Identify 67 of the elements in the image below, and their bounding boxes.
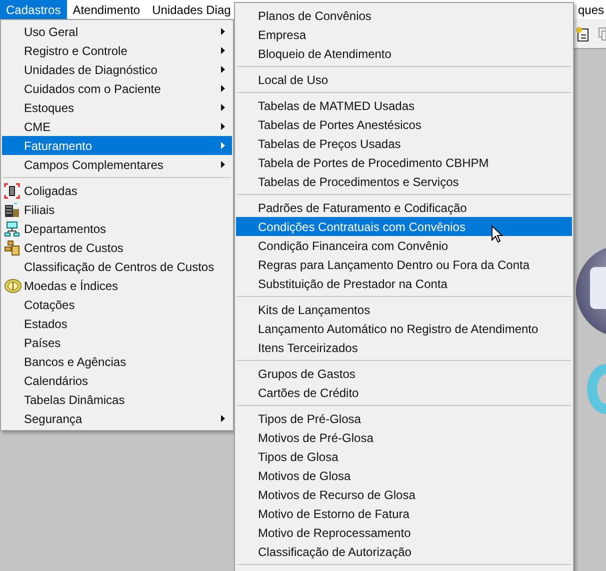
building-icon xyxy=(4,182,20,198)
menu-item[interactable]: Itens Terceirizados xyxy=(236,338,572,357)
menu-item[interactable]: Kits de Lançamentos xyxy=(236,300,572,319)
menu-bar-item[interactable]: Unidades Diag xyxy=(146,0,237,19)
menu-item[interactable]: Motivo de Reprocessamento xyxy=(236,523,572,542)
menu-item[interactable]: Tabelas Dinâmicas xyxy=(2,390,232,409)
org-chart-icon xyxy=(4,220,20,236)
menu-item[interactable]: Departamentos xyxy=(2,219,232,238)
menu-bar-item[interactable]: Cadastros xyxy=(0,0,67,19)
menu-item[interactable]: Coligadas xyxy=(2,181,232,200)
menu-bar-item[interactable]: ques xyxy=(576,0,606,19)
menu-item[interactable]: Tabelas de Portes Anestésicos xyxy=(236,115,572,134)
menu-item[interactable]: Cuidados com o Paciente xyxy=(2,79,232,98)
menu-item[interactable]: Motivo de Estorno de Fatura xyxy=(236,504,572,523)
menu-item[interactable]: Moedas e Índices xyxy=(2,276,232,295)
menu-item[interactable]: Segurança xyxy=(2,409,232,428)
menu-item[interactable]: Empresa xyxy=(236,25,572,44)
menu-item[interactable]: Tabelas de Preços Usadas xyxy=(236,134,572,153)
hierarchy-icon xyxy=(4,240,20,256)
menu-item[interactable]: Motivos de Recurso de Glosa xyxy=(236,485,572,504)
menu-item[interactable]: Filiais xyxy=(2,200,232,219)
submenu-arrow-icon xyxy=(221,161,225,168)
menu-item[interactable]: Tabelas de MATMED Usadas xyxy=(236,96,572,115)
menu-item[interactable]: Local de Uso xyxy=(236,70,572,89)
menu-item[interactable]: Motivos de Pré-Glosa xyxy=(236,428,572,447)
menu-item[interactable]: Condição Financeira com Convênio xyxy=(236,236,572,255)
menu-item[interactable]: Regras para Lançamento Dentro ou Fora da Conta xyxy=(236,255,572,274)
menu-item[interactable]: Uso Geral xyxy=(2,22,232,41)
menu-item[interactable]: Grupos de Gastos xyxy=(236,364,572,383)
menu-item[interactable]: Tabelas de Procedimentos e Serviços xyxy=(236,172,572,191)
submenu-arrow-icon xyxy=(221,123,225,130)
submenu-arrow-icon xyxy=(221,66,225,73)
mouse-pointer-icon xyxy=(491,225,503,243)
menu-item[interactable]: Calendários xyxy=(2,371,232,390)
menu-item[interactable]: Faturamento xyxy=(2,136,232,155)
menu-item[interactable]: Substituição de Prestador na Conta xyxy=(236,274,572,293)
submenu-arrow-icon xyxy=(221,85,225,92)
menu-item[interactable]: Unidades de Diagnóstico xyxy=(2,60,232,79)
menu-item[interactable]: Tipos de Pré-Glosa xyxy=(236,409,572,428)
submenu-arrow-icon xyxy=(221,415,225,422)
menu-item[interactable]: Classificação de Centros de Custos xyxy=(2,257,232,276)
menu-item[interactable]: Bloqueio de Atendimento xyxy=(236,44,572,63)
menu-item[interactable]: Planos de Convênios xyxy=(236,6,572,25)
menu-item[interactable]: Classificação de Autorização xyxy=(236,542,572,561)
submenu-arrow-icon xyxy=(221,47,225,54)
document-icon[interactable] xyxy=(574,26,590,42)
submenu-arrow-icon xyxy=(221,142,225,149)
menu-item[interactable]: Padrões de Faturamento e Codificação xyxy=(236,198,572,217)
menu-item[interactable]: Motivos de Glosa xyxy=(236,466,572,485)
menu-item[interactable]: Cotações xyxy=(2,295,232,314)
menu-item[interactable]: Tipos de Glosa xyxy=(236,447,572,466)
submenu-arrow-icon xyxy=(221,28,225,35)
menu-item[interactable]: Estoques xyxy=(2,98,232,117)
menu-bar-item[interactable]: Atendimento xyxy=(66,0,146,19)
menu-item[interactable]: Estados xyxy=(2,314,232,333)
menu-item[interactable]: Centros de Custos xyxy=(2,238,232,257)
menu-item[interactable]: Bancos e Agências xyxy=(2,352,232,371)
menu-item[interactable]: CME xyxy=(2,117,232,136)
menu-item[interactable]: Registro e Controle xyxy=(2,41,232,60)
buildings-icon xyxy=(4,202,20,218)
menu-item[interactable]: Países xyxy=(2,333,232,352)
menu-item[interactable]: Campos Complementares xyxy=(2,155,232,174)
coin-icon xyxy=(4,278,22,294)
submenu-arrow-icon xyxy=(221,104,225,111)
menu-item[interactable]: Cartões de Crédito xyxy=(236,383,572,402)
menu-item[interactable]: Lançamento Automático no Registro de Atendimento xyxy=(236,319,572,338)
menu-item[interactable]: Tabela de Portes de Procedimento CBHPM xyxy=(236,153,572,172)
